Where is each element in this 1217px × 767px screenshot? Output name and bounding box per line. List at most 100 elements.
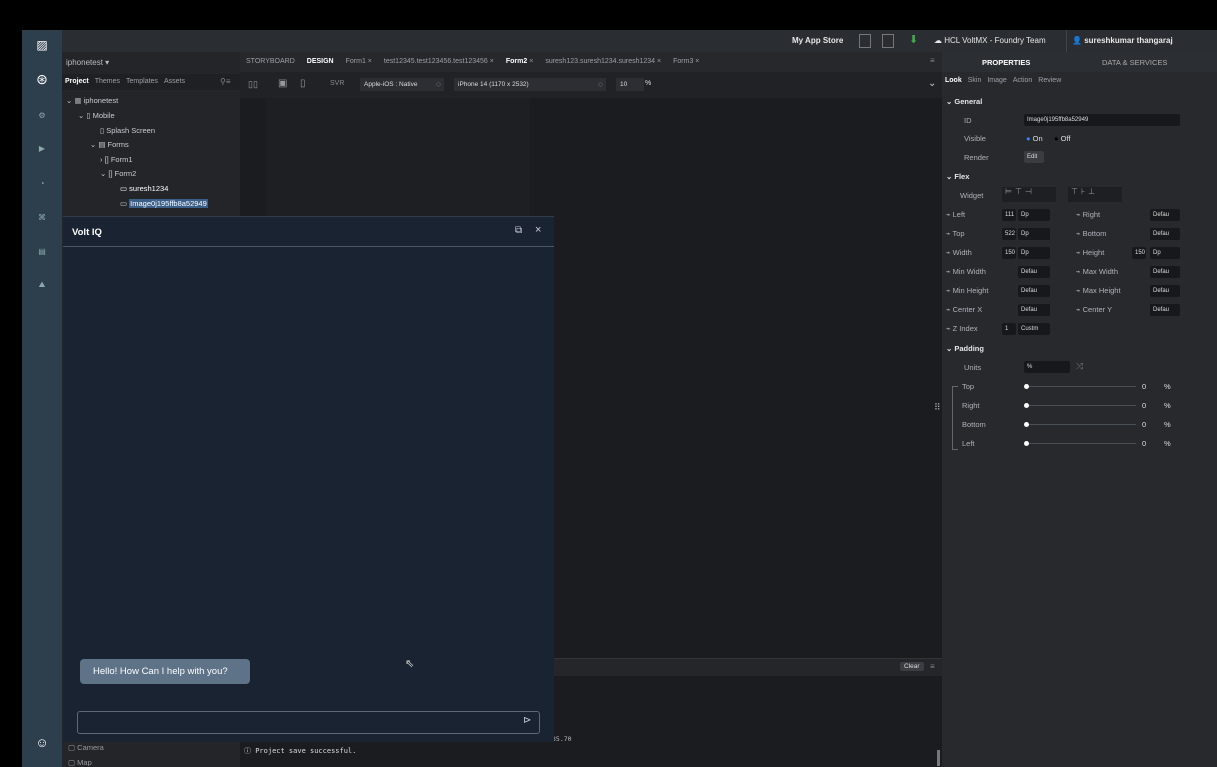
console-menu-icon[interactable]: ≡ — [930, 662, 935, 671]
subtab-look[interactable]: Look — [942, 72, 965, 90]
width-unit-select[interactable]: Dp — [1018, 247, 1050, 259]
chat-bot-icon[interactable]: ☺ — [22, 729, 62, 755]
tab-assets[interactable]: Assets — [161, 74, 188, 90]
top-unit-select[interactable]: Dp — [1018, 228, 1050, 240]
device-select[interactable]: iPhone 14 (1170 x 2532) ◇ — [454, 78, 606, 91]
min-width-unit-select[interactable]: Defau — [1018, 266, 1050, 278]
tree-item-form2[interactable]: ⌄ [] Form2 — [100, 169, 136, 178]
padding-bottom-slider[interactable] — [1026, 424, 1136, 425]
tab-themes[interactable]: Themes — [92, 74, 123, 90]
svr-toggle[interactable]: SVR — [330, 80, 344, 87]
height-value-input[interactable]: 150 — [1132, 247, 1146, 259]
tab-design[interactable]: DESIGN — [301, 52, 340, 72]
tree-item-splash[interactable]: ▯ Splash Screen — [100, 126, 155, 135]
mountain-icon[interactable]: ⛰ — [22, 272, 62, 298]
document-icon[interactable]: ▤ — [22, 238, 62, 264]
bottom-unit-select[interactable]: Defau — [1150, 228, 1180, 240]
widget-camera[interactable]: ▢ Camera — [68, 743, 104, 752]
subtab-review[interactable]: Review — [1035, 72, 1064, 90]
voltmx-logo-icon[interactable]: ▨ — [22, 32, 62, 58]
horizontal-align-icons[interactable]: ⊨⊤⊣ — [1002, 187, 1056, 202]
my-app-store-link[interactable]: My App Store — [792, 30, 843, 52]
gauge-icon[interactable]: ◔ — [22, 170, 62, 196]
settings-gear-icon[interactable]: ⚙ — [22, 102, 62, 128]
top-value-input[interactable]: 522 — [1002, 228, 1016, 240]
tree-item-image[interactable]: ▭ Image0j195ffb8a52949 — [120, 199, 208, 208]
menu-icon[interactable]: ≡ — [930, 56, 935, 65]
height-unit-select[interactable]: Dp — [1150, 247, 1180, 259]
subtab-skin[interactable]: Skin — [965, 72, 985, 90]
left-unit-select[interactable]: Dp — [1018, 209, 1050, 221]
min-height-unit-select[interactable]: Defau — [1018, 285, 1050, 297]
subtab-image[interactable]: Image — [984, 72, 1009, 90]
id-input[interactable]: Image0j195ffb8a52949 — [1024, 114, 1180, 126]
tree-item-suresh1234[interactable]: ▭ suresh1234 — [120, 184, 168, 193]
tab-templates[interactable]: Templates — [123, 74, 161, 90]
center-x-unit-select[interactable]: Defau — [1018, 304, 1050, 316]
visible-off-radio[interactable]: ● Off — [1054, 134, 1071, 143]
shuffle-icon[interactable]: ⤨ — [1076, 361, 1083, 372]
max-width-unit-select[interactable]: Defau — [1150, 266, 1180, 278]
tab-storyboard[interactable]: STORYBOARD — [240, 52, 301, 72]
project-selector[interactable]: iphonetest ▾ — [66, 58, 109, 67]
tab-project[interactable]: Project — [62, 74, 92, 90]
calendar-icon[interactable]: ▣ — [278, 78, 287, 89]
chevron-down-icon[interactable]: ⌄ — [928, 78, 936, 89]
slider-knob[interactable] — [1024, 384, 1029, 389]
tab-form2[interactable]: Form2 × — [500, 52, 539, 72]
layout-icon[interactable]: ▯▯ — [248, 79, 258, 90]
left-value-input[interactable]: 111 — [1002, 209, 1016, 221]
send-icon[interactable]: ⊳ — [523, 715, 531, 726]
scrollbar[interactable] — [937, 750, 940, 766]
zoom-input[interactable]: 10 — [616, 78, 644, 91]
z-index-input[interactable]: 1 — [1002, 323, 1016, 335]
chat-input-field[interactable] — [77, 711, 540, 734]
center-y-unit-select[interactable]: Defau — [1150, 304, 1180, 316]
units-select[interactable]: % — [1024, 361, 1070, 373]
cloud-account[interactable]: ☁ HCL VoltMX - Foundry Team — [934, 30, 1046, 52]
slider-knob[interactable] — [1024, 422, 1029, 427]
tablet-preview-icon[interactable] — [882, 34, 894, 48]
mobile-preview-icon[interactable] — [859, 34, 871, 48]
console-clear-button[interactable]: Clear — [900, 662, 924, 671]
platform-select[interactable]: Apple-iOS : Native ◇ — [360, 78, 444, 91]
open-external-icon[interactable]: ⧉ — [515, 225, 522, 236]
tab-data-services[interactable]: DATA & SERVICES — [1102, 58, 1167, 67]
padding-right-slider[interactable] — [1026, 405, 1136, 406]
widget-map[interactable]: ▢ Map — [68, 758, 92, 766]
slider-knob[interactable] — [1024, 441, 1029, 446]
max-height-unit-select[interactable]: Defau — [1150, 285, 1180, 297]
download-icon[interactable]: ⬇ — [909, 33, 918, 46]
play-icon[interactable]: ▶ — [22, 135, 62, 161]
tree-item-project[interactable]: ⌄ ▦ iphonetest — [66, 96, 118, 105]
drag-handle-icon[interactable]: ⠿ — [934, 402, 941, 413]
close-icon[interactable]: × — [535, 224, 541, 236]
slider-knob[interactable] — [1024, 403, 1029, 408]
visible-on-radio[interactable]: ● On — [1026, 134, 1043, 143]
tab-test12345[interactable]: test12345.test123456.test123456 × — [378, 52, 500, 72]
tree-item-form1[interactable]: › [] Form1 — [100, 155, 133, 164]
section-padding[interactable]: ⌄ Padding — [946, 344, 984, 353]
padding-left-slider[interactable] — [1026, 443, 1136, 444]
right-unit-select[interactable]: Defau — [1150, 209, 1180, 221]
vertical-align-icons[interactable]: ⊤⊦⊥ — [1068, 187, 1122, 202]
widget-label: Map — [77, 758, 92, 766]
tab-suresh123[interactable]: suresh123.suresh1234.suresh1234 × — [539, 52, 667, 72]
tree-item-mobile[interactable]: ⌄ ▯ Mobile — [78, 111, 115, 120]
user-menu[interactable]: 👤 sureshkumar thangaraj — [1072, 30, 1173, 52]
search-icon[interactable]: ⚲≡ — [220, 77, 231, 86]
section-general[interactable]: ⌄ General — [946, 97, 982, 106]
workflow-icon[interactable]: ⌘ — [22, 204, 62, 230]
tab-properties[interactable]: PROPERTIES — [982, 58, 1030, 67]
z-index-mode-select[interactable]: Custm — [1018, 323, 1050, 335]
tab-form1[interactable]: Form1 × — [340, 52, 378, 72]
tab-form3[interactable]: Form3 × — [667, 52, 705, 72]
subtab-action[interactable]: Action — [1010, 72, 1035, 90]
width-value-input[interactable]: 150 — [1002, 247, 1016, 259]
section-flex[interactable]: ⌄ Flex — [946, 172, 969, 181]
render-edit-button[interactable]: Edit — [1024, 151, 1044, 163]
aperture-icon[interactable]: ⊛ — [22, 66, 62, 92]
padding-top-slider[interactable] — [1026, 386, 1136, 387]
tree-item-forms[interactable]: ⌄ ▤ Forms — [90, 140, 129, 149]
device-icon[interactable]: ▯ — [300, 78, 306, 89]
